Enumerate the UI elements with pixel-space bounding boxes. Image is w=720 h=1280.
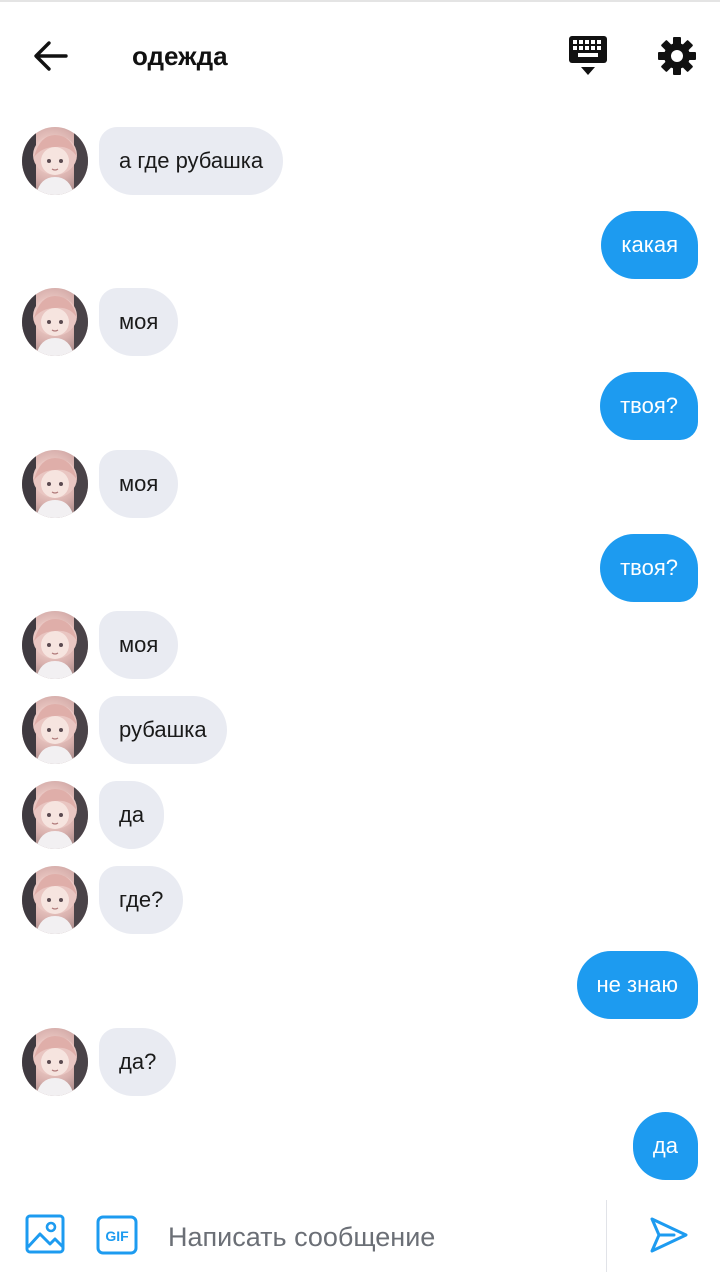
settings-button[interactable]: [654, 33, 700, 79]
message-bubble-incoming[interactable]: да?: [99, 1028, 177, 1096]
avatar[interactable]: [22, 611, 88, 679]
avatar[interactable]: [22, 127, 88, 195]
message-bubble-incoming[interactable]: моя: [99, 450, 179, 518]
attach-image-button[interactable]: [25, 1214, 65, 1254]
arrow-left-icon: [34, 41, 68, 71]
back-button[interactable]: [30, 36, 70, 76]
keyboard-button[interactable]: [566, 34, 610, 78]
message-input[interactable]: [168, 1214, 588, 1260]
message-bubble-outgoing[interactable]: какая: [601, 211, 698, 279]
image-icon: [25, 1214, 65, 1254]
avatar-image: [22, 611, 88, 679]
avatar-image: [22, 696, 88, 764]
gear-icon: [658, 37, 696, 75]
avatar[interactable]: [22, 288, 88, 356]
avatar-image: [22, 127, 88, 195]
avatar-image: [22, 866, 88, 934]
gif-button[interactable]: GIF: [96, 1215, 138, 1255]
message-bubble-outgoing[interactable]: твоя?: [600, 534, 698, 602]
avatar-image: [22, 1028, 88, 1096]
message-bubble-incoming[interactable]: моя: [99, 611, 179, 679]
avatar[interactable]: [22, 866, 88, 934]
avatar-image: [22, 288, 88, 356]
avatar[interactable]: [22, 1028, 88, 1096]
gif-label: GIF: [105, 1228, 129, 1244]
message-bubble-outgoing[interactable]: не знаю: [576, 951, 698, 1019]
message-bubble-incoming[interactable]: моя: [99, 288, 179, 356]
message-bubble-outgoing[interactable]: твоя?: [600, 372, 698, 440]
avatar[interactable]: [22, 450, 88, 518]
avatar[interactable]: [22, 696, 88, 764]
send-icon: [650, 1217, 688, 1253]
chat-title: одежда: [132, 41, 228, 71]
gif-icon: GIF: [96, 1215, 138, 1255]
message-bubble-incoming[interactable]: рубашка: [99, 696, 227, 764]
message-bubble-incoming[interactable]: да: [99, 781, 165, 849]
message-bubble-incoming[interactable]: а где рубашка: [99, 127, 284, 195]
message-bubble-incoming[interactable]: где?: [99, 866, 184, 934]
composer-divider: [606, 1200, 607, 1272]
avatar-image: [22, 450, 88, 518]
avatar[interactable]: [22, 781, 88, 849]
message-bubble-outgoing[interactable]: да: [632, 1112, 698, 1180]
avatar-image: [22, 781, 88, 849]
chat-header: одежда: [0, 0, 720, 110]
keyboard-icon: [569, 36, 607, 75]
send-button[interactable]: [648, 1214, 690, 1256]
